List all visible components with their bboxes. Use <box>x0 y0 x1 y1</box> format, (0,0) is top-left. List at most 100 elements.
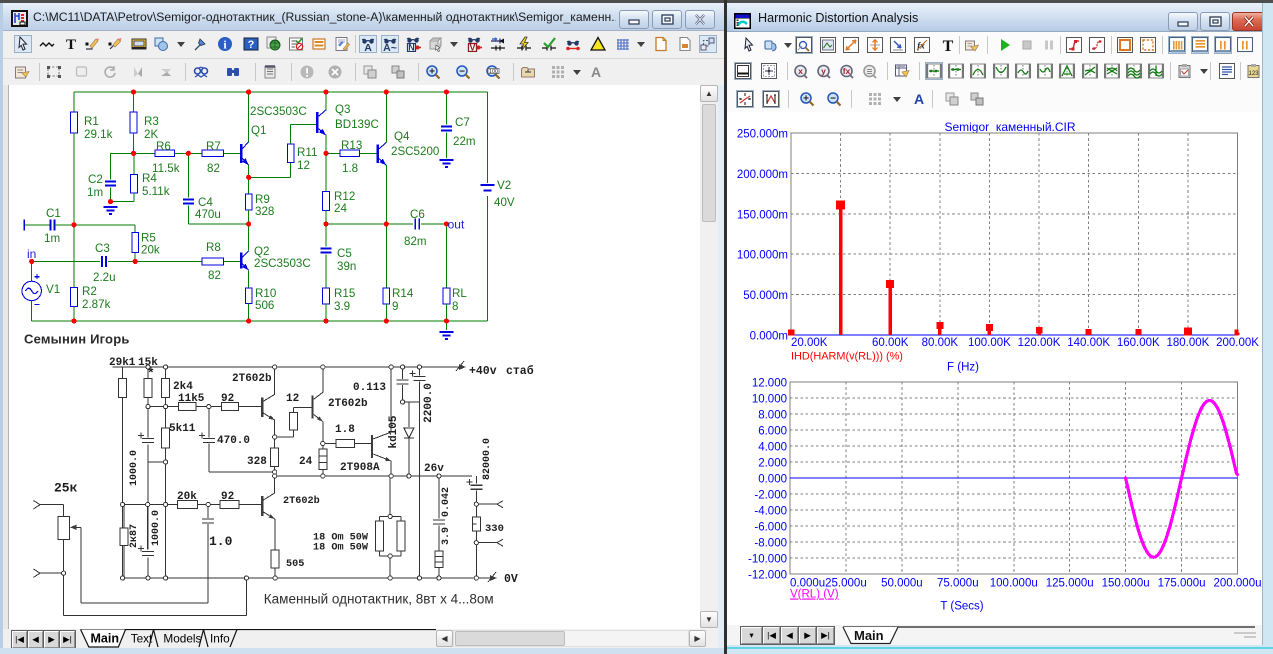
svg-text:1000.0: 1000.0 <box>129 450 140 486</box>
svg-text:20k: 20k <box>141 244 160 257</box>
svg-text:328: 328 <box>247 456 267 468</box>
svg-text:50.000m: 50.000m <box>743 290 788 302</box>
svg-text:1000.0: 1000.0 <box>151 510 162 546</box>
svg-text:C6: C6 <box>410 208 425 221</box>
svg-text:100.000u: 100.000u <box>990 578 1038 590</box>
svg-text:1.8: 1.8 <box>342 162 358 175</box>
svg-text:18 Om 50W: 18 Om 50W <box>313 543 369 554</box>
svg-text:123: 123 <box>1248 71 1259 77</box>
svg-text:39n: 39n <box>337 260 356 273</box>
svg-text:1m: 1m <box>44 232 60 245</box>
svg-text:Main: Main <box>91 632 119 646</box>
svg-text:180.00K: 180.00K <box>1166 337 1209 349</box>
svg-text:12: 12 <box>286 393 299 405</box>
svg-text:RL: RL <box>452 287 467 300</box>
svg-text:150.000m: 150.000m <box>737 209 788 221</box>
svg-text:330: 330 <box>485 523 504 535</box>
svg-text:V1: V1 <box>46 283 60 296</box>
svg-text:200.000u: 200.000u <box>1214 578 1262 590</box>
svg-text:kd105: kd105 <box>388 415 400 448</box>
svg-text:150.000u: 150.000u <box>1102 578 1150 590</box>
svg-text:200.000m: 200.000m <box>737 169 788 181</box>
svg-text:2k4: 2k4 <box>173 381 193 393</box>
svg-text:2.000: 2.000 <box>758 458 787 470</box>
svg-text:4.000: 4.000 <box>758 442 787 454</box>
svg-text:Семынин Игорь: Семынин Игорь <box>24 332 130 347</box>
svg-text:506: 506 <box>255 299 274 312</box>
svg-text:505: 505 <box>286 559 304 570</box>
svg-text:Info: Info <box>210 632 230 646</box>
svg-text:R3: R3 <box>144 115 159 128</box>
svg-text:-4.000: -4.000 <box>754 506 787 518</box>
svg-text:Semigor_каменный.CIR: Semigor_каменный.CIR <box>944 120 1075 134</box>
svg-text:Main: Main <box>854 628 884 643</box>
svg-text:2SC3503C: 2SC3503C <box>254 257 311 270</box>
svg-text:C2: C2 <box>88 173 103 186</box>
svg-text:1.0: 1.0 <box>209 534 233 549</box>
svg-text:25к: 25к <box>54 481 78 496</box>
svg-text:12.000: 12.000 <box>752 378 787 390</box>
svg-text:5k11: 5k11 <box>169 423 196 435</box>
svg-text:328: 328 <box>255 205 274 218</box>
svg-text:R4: R4 <box>142 172 157 185</box>
svg-text:160.00K: 160.00K <box>1117 337 1160 349</box>
svg-text:1m: 1m <box>87 186 103 199</box>
svg-text:3.9: 3.9 <box>441 527 452 545</box>
svg-text:22m: 22m <box>453 135 476 148</box>
svg-text:R2: R2 <box>82 285 97 298</box>
svg-text:2.87k: 2.87k <box>82 298 111 311</box>
svg-text:x: x <box>798 66 803 76</box>
svg-text:-2.000: -2.000 <box>754 490 787 502</box>
svg-text:250.000m: 250.000m <box>737 129 788 141</box>
svg-text:140.00K: 140.00K <box>1067 337 1110 349</box>
svg-text:92: 92 <box>221 393 234 405</box>
svg-text:−: − <box>459 67 465 78</box>
svg-text:-10.000: -10.000 <box>748 554 787 566</box>
svg-text:IHD(HARM(v(RL))) (%): IHD(HARM(v(RL))) (%) <box>791 350 903 362</box>
svg-text:75.000u: 75.000u <box>937 578 979 590</box>
svg-text:Models: Models <box>163 632 201 646</box>
svg-text:0.000m: 0.000m <box>750 331 788 343</box>
svg-text:V2: V2 <box>497 179 511 192</box>
svg-text:T: T <box>943 38 954 53</box>
svg-text:C1: C1 <box>46 207 61 220</box>
svg-text:0V: 0V <box>504 573 518 586</box>
svg-text:R14: R14 <box>392 287 414 300</box>
svg-text:100: 100 <box>489 69 498 75</box>
svg-text:82000.0: 82000.0 <box>482 438 493 480</box>
svg-text:82: 82 <box>208 269 221 282</box>
svg-text:Каменный однотактник, 8вт x 4.: Каменный однотактник, 8вт x 4...8ом <box>264 592 494 607</box>
svg-text:470u: 470u <box>195 208 221 221</box>
svg-text:+: + <box>429 67 435 78</box>
svg-text:T (Secs): T (Secs) <box>940 601 983 613</box>
svg-text:C3: C3 <box>95 242 110 255</box>
svg-text:10.000: 10.000 <box>752 394 787 406</box>
svg-text:8: 8 <box>452 300 458 313</box>
svg-text:N: N <box>408 43 415 53</box>
svg-text:R13: R13 <box>341 139 362 152</box>
svg-text:92: 92 <box>221 491 234 503</box>
svg-text:R6: R6 <box>156 140 171 153</box>
svg-text:24: 24 <box>334 202 347 215</box>
svg-text:24: 24 <box>299 456 313 468</box>
svg-text:2T908A: 2T908A <box>340 462 380 474</box>
svg-text:BD139C: BD139C <box>335 118 379 131</box>
svg-text:стаб: стаб <box>506 365 534 378</box>
svg-text:40V: 40V <box>494 196 515 209</box>
svg-text:in: in <box>27 247 36 261</box>
svg-text:9: 9 <box>392 300 398 313</box>
svg-text:20.00K: 20.00K <box>791 337 828 349</box>
svg-text:V(RL) (V): V(RL) (V) <box>790 589 839 601</box>
svg-text:3.9: 3.9 <box>334 300 350 313</box>
svg-text:11k5: 11k5 <box>178 393 205 405</box>
svg-text:−: − <box>830 94 836 105</box>
svg-text:y: y <box>821 66 826 76</box>
svg-text:470.0: 470.0 <box>217 435 250 447</box>
svg-text:Q3: Q3 <box>335 103 350 116</box>
svg-text:29.1k: 29.1k <box>84 128 113 141</box>
svg-text:A~: A~ <box>383 42 397 52</box>
svg-text:A: A <box>364 42 372 52</box>
svg-text:2к87: 2к87 <box>129 524 140 548</box>
svg-text:2SC5200: 2SC5200 <box>391 145 439 158</box>
svg-text:F (Hz): F (Hz) <box>947 362 979 374</box>
